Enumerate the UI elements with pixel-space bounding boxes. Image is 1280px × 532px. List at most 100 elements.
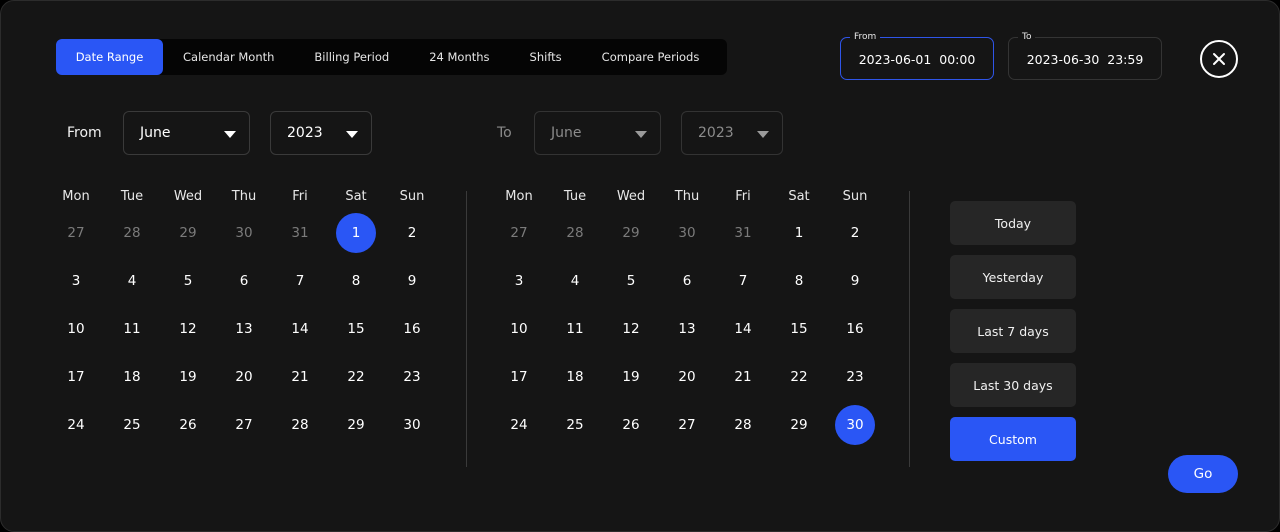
calendar-day[interactable]: 29 — [779, 405, 819, 445]
calendar-day[interactable]: 31 — [723, 213, 763, 253]
calendar-day[interactable]: 23 — [392, 357, 432, 397]
calendar-cell: 13 — [659, 305, 715, 353]
calendar-day[interactable]: 21 — [280, 357, 320, 397]
calendar-day[interactable]: 12 — [168, 309, 208, 349]
tab-date-range[interactable]: Date Range — [56, 39, 163, 75]
preset-custom[interactable]: Custom — [950, 417, 1076, 461]
calendar-day[interactable]: 23 — [835, 357, 875, 397]
calendar-day[interactable]: 22 — [336, 357, 376, 397]
calendar-day[interactable]: 14 — [723, 309, 763, 349]
start-selected-day[interactable]: 1 — [336, 213, 376, 253]
to-datetime-field[interactable]: To 2023-06-30 23:59 — [1008, 31, 1162, 80]
tab-shifts[interactable]: Shifts — [510, 39, 582, 75]
calendar-day[interactable]: 7 — [280, 261, 320, 301]
from-month-value: June — [140, 125, 171, 141]
calendar-day[interactable]: 11 — [555, 309, 595, 349]
end-selected-day[interactable]: 30 — [835, 405, 875, 445]
calendar-day[interactable]: 14 — [280, 309, 320, 349]
to-month-select[interactable]: June — [534, 111, 661, 155]
tab-compare-periods[interactable]: Compare Periods — [582, 39, 720, 75]
calendar-week-row: 27 28 29 30 31 1 2 — [491, 209, 883, 257]
calendar-day[interactable]: 8 — [336, 261, 376, 301]
calendar-day[interactable]: 18 — [112, 357, 152, 397]
calendar-day[interactable]: 26 — [611, 405, 651, 445]
calendar-day[interactable]: 1 — [779, 213, 819, 253]
calendar-right: Mon Tue Wed Thu Fri Sat Sun 27 28 29 30 31 1 2 3 4 5 6 7 8 9… — [491, 189, 883, 449]
preset-today[interactable]: Today — [950, 201, 1076, 245]
calendar-day[interactable]: 21 — [723, 357, 763, 397]
calendar-day[interactable]: 28 — [112, 213, 152, 253]
calendar-day[interactable]: 6 — [667, 261, 707, 301]
calendar-day[interactable]: 9 — [835, 261, 875, 301]
calendar-day[interactable]: 11 — [112, 309, 152, 349]
tab-calendar-month[interactable]: Calendar Month — [163, 39, 294, 75]
calendar-day[interactable]: 25 — [112, 405, 152, 445]
calendar-day[interactable]: 13 — [667, 309, 707, 349]
calendar-day[interactable]: 5 — [611, 261, 651, 301]
calendar-day[interactable]: 30 — [392, 405, 432, 445]
calendar-day[interactable]: 28 — [723, 405, 763, 445]
calendar-day[interactable]: 8 — [779, 261, 819, 301]
calendar-day[interactable]: 19 — [168, 357, 208, 397]
to-year-select[interactable]: 2023 — [681, 111, 783, 155]
calendar-day[interactable]: 3 — [56, 261, 96, 301]
calendar-day[interactable]: 13 — [224, 309, 264, 349]
calendar-day[interactable]: 17 — [56, 357, 96, 397]
calendar-day[interactable]: 5 — [168, 261, 208, 301]
calendar-day[interactable]: 24 — [499, 405, 539, 445]
preset-last-7-days[interactable]: Last 7 days — [950, 309, 1076, 353]
calendar-cell: 1 — [328, 209, 384, 257]
calendar-day[interactable]: 19 — [611, 357, 651, 397]
calendar-day[interactable]: 15 — [336, 309, 376, 349]
calendar-day[interactable]: 30 — [224, 213, 264, 253]
calendar-day[interactable]: 3 — [499, 261, 539, 301]
to-month-value: June — [551, 125, 582, 141]
from-datetime-field[interactable]: From 2023-06-01 00:00 — [840, 31, 994, 80]
calendar-day[interactable]: 16 — [835, 309, 875, 349]
calendar-day[interactable]: 28 — [280, 405, 320, 445]
calendar-day[interactable]: 4 — [112, 261, 152, 301]
weekday-label: Wed — [616, 189, 646, 204]
calendar-day[interactable]: 7 — [723, 261, 763, 301]
tab-24-months[interactable]: 24 Months — [409, 39, 509, 75]
calendar-day[interactable]: 27 — [56, 213, 96, 253]
calendar-day[interactable]: 29 — [336, 405, 376, 445]
calendar-day[interactable]: 24 — [56, 405, 96, 445]
calendar-day[interactable]: 29 — [168, 213, 208, 253]
calendar-day[interactable]: 2 — [392, 213, 432, 253]
calendar-day[interactable]: 2 — [835, 213, 875, 253]
calendar-day[interactable]: 10 — [56, 309, 96, 349]
calendar-day[interactable]: 18 — [555, 357, 595, 397]
tab-billing-period[interactable]: Billing Period — [294, 39, 409, 75]
calendar-day[interactable]: 28 — [555, 213, 595, 253]
calendar-day[interactable]: 20 — [224, 357, 264, 397]
calendar-day[interactable]: 6 — [224, 261, 264, 301]
go-button[interactable]: Go — [1168, 455, 1238, 493]
preset-yesterday[interactable]: Yesterday — [950, 255, 1076, 299]
calendar-day[interactable]: 9 — [392, 261, 432, 301]
calendar-day[interactable]: 4 — [555, 261, 595, 301]
calendar-day[interactable]: 10 — [499, 309, 539, 349]
calendar-day[interactable]: 16 — [392, 309, 432, 349]
calendar-day[interactable]: 15 — [779, 309, 819, 349]
calendar-day[interactable]: 30 — [667, 213, 707, 253]
calendar-day[interactable]: 27 — [667, 405, 707, 445]
from-month-select[interactable]: June — [123, 111, 250, 155]
calendar-cell: 15 — [328, 305, 384, 353]
calendar-day[interactable]: 29 — [611, 213, 651, 253]
calendar-cell: 29 — [160, 209, 216, 257]
calendar-day[interactable]: 17 — [499, 357, 539, 397]
calendar-day[interactable]: 31 — [280, 213, 320, 253]
calendar-day[interactable]: 25 — [555, 405, 595, 445]
calendar-day[interactable]: 26 — [168, 405, 208, 445]
preset-last-30-days[interactable]: Last 30 days — [950, 363, 1076, 407]
from-year-select[interactable]: 2023 — [270, 111, 372, 155]
calendar-day[interactable]: 12 — [611, 309, 651, 349]
calendar-cell: 27 — [491, 209, 547, 257]
calendar-cell: 4 — [104, 257, 160, 305]
calendar-day[interactable]: 22 — [779, 357, 819, 397]
calendar-day[interactable]: 27 — [499, 213, 539, 253]
calendar-day[interactable]: 27 — [224, 405, 264, 445]
close-button[interactable] — [1200, 40, 1238, 78]
calendar-day[interactable]: 20 — [667, 357, 707, 397]
